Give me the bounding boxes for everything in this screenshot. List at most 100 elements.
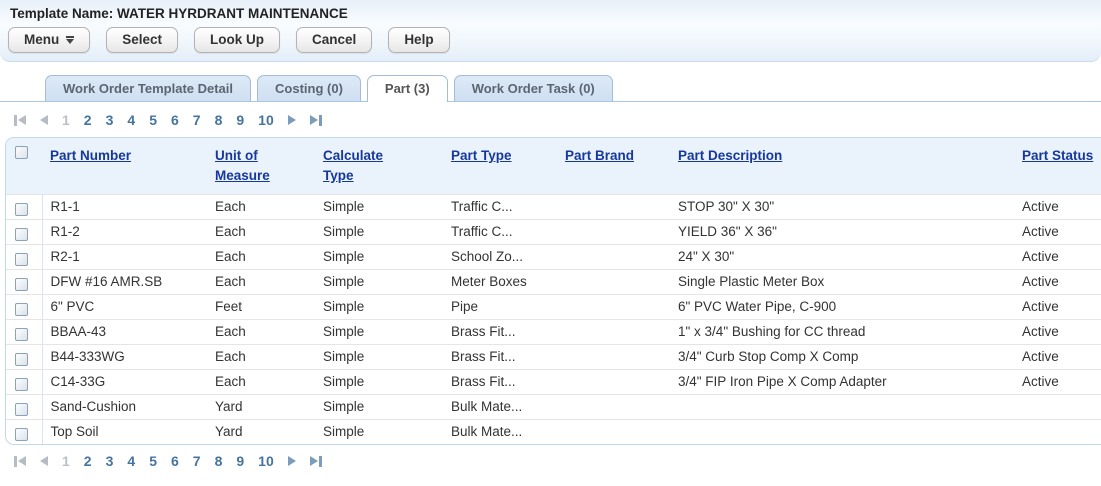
page-link-1: 1 xyxy=(62,112,70,128)
cell-calculate-type: Simple xyxy=(315,395,443,420)
select-button[interactable]: Select xyxy=(106,27,178,53)
cell-part-brand xyxy=(557,270,670,295)
cell-part-brand xyxy=(557,245,670,270)
cell-part-type: Traffic C... xyxy=(443,195,557,220)
tab-work-order-task[interactable]: Work Order Task (0) xyxy=(454,75,613,101)
cell-part-status: Active xyxy=(1014,220,1101,245)
tab-part[interactable]: Part (3) xyxy=(367,75,448,102)
row-checkbox[interactable] xyxy=(15,378,28,391)
last-page-icon[interactable] xyxy=(310,456,322,467)
toolbar: Menu Select Look Up Cancel Help xyxy=(0,24,1101,53)
page-link-5[interactable]: 5 xyxy=(149,112,157,128)
page-link-9[interactable]: 9 xyxy=(236,112,244,128)
column-header-part-type[interactable]: Part Type xyxy=(451,146,512,166)
cell-part-description xyxy=(670,395,1014,420)
row-checkbox[interactable] xyxy=(15,353,28,366)
next-page-icon[interactable] xyxy=(288,456,296,466)
help-button[interactable]: Help xyxy=(388,27,449,53)
cell-part-brand xyxy=(557,295,670,320)
page-link-3[interactable]: 3 xyxy=(106,112,114,128)
cell-part-type: Bulk Mate... xyxy=(443,395,557,420)
page-link-1: 1 xyxy=(62,453,70,469)
column-header-part-number[interactable]: Part Number xyxy=(50,146,131,166)
column-header-part-status[interactable]: Part Status xyxy=(1022,146,1093,166)
cell-part-status xyxy=(1014,420,1101,445)
cell-unit-of-measure: Yard xyxy=(207,420,315,445)
select-all-checkbox[interactable] xyxy=(15,146,28,159)
cell-part-number: R2-1 xyxy=(42,245,207,270)
last-page-icon[interactable] xyxy=(310,115,322,126)
cancel-button[interactable]: Cancel xyxy=(296,27,372,53)
page-link-8[interactable]: 8 xyxy=(215,112,223,128)
cell-unit-of-measure: Feet xyxy=(207,295,315,320)
cell-part-type: School Zo... xyxy=(443,245,557,270)
column-header-part-brand[interactable]: Part Brand xyxy=(565,146,634,166)
cell-part-brand xyxy=(557,195,670,220)
page-link-7[interactable]: 7 xyxy=(193,453,201,469)
cell-part-number: Top Soil xyxy=(42,420,207,445)
menu-button-label: Menu xyxy=(24,32,59,47)
cell-part-number: 6" PVC xyxy=(42,295,207,320)
cell-calculate-type: Simple xyxy=(315,320,443,345)
cell-part-status: Active xyxy=(1014,295,1101,320)
row-checkbox[interactable] xyxy=(15,403,28,416)
row-checkbox[interactable] xyxy=(15,228,28,241)
page-link-5[interactable]: 5 xyxy=(149,453,157,469)
cell-calculate-type: Simple xyxy=(315,420,443,445)
menu-button[interactable]: Menu xyxy=(8,27,90,53)
row-checkbox[interactable] xyxy=(15,278,28,291)
column-header-unit-of-measure[interactable]: Unit of Measure xyxy=(215,146,277,185)
cell-part-type: Traffic C... xyxy=(443,220,557,245)
table-row: R2-1EachSimpleSchool Zo...24" X 30"Activ… xyxy=(6,245,1101,270)
cell-calculate-type: Simple xyxy=(315,345,443,370)
page-link-3[interactable]: 3 xyxy=(106,453,114,469)
next-page-icon[interactable] xyxy=(288,115,296,125)
page-link-4[interactable]: 4 xyxy=(127,453,135,469)
table-row: R1-2EachSimpleTraffic C...YIELD 36" X 36… xyxy=(6,220,1101,245)
page-link-10[interactable]: 10 xyxy=(258,112,274,128)
row-checkbox[interactable] xyxy=(15,203,28,216)
page-link-9[interactable]: 9 xyxy=(236,453,244,469)
template-name-label: Template Name: xyxy=(10,6,113,21)
page-title: Template Name: WATER HYRDRANT MAINTENANC… xyxy=(0,0,1101,24)
cell-part-type: Brass Fit... xyxy=(443,320,557,345)
page-link-10[interactable]: 10 xyxy=(258,453,274,469)
cell-part-description: 3/4" FIP Iron Pipe X Comp Adapter xyxy=(670,370,1014,395)
cell-calculate-type: Simple xyxy=(315,270,443,295)
page-link-4[interactable]: 4 xyxy=(127,112,135,128)
cell-part-type: Meter Boxes xyxy=(443,270,557,295)
cell-part-description: Single Plastic Meter Box xyxy=(670,270,1014,295)
row-checkbox[interactable] xyxy=(15,303,28,316)
cell-part-brand xyxy=(557,220,670,245)
cell-part-description: 24" X 30" xyxy=(670,245,1014,270)
row-checkbox[interactable] xyxy=(15,428,28,441)
page-link-2[interactable]: 2 xyxy=(84,112,92,128)
cell-unit-of-measure: Each xyxy=(207,320,315,345)
cell-calculate-type: Simple xyxy=(315,295,443,320)
page-link-6[interactable]: 6 xyxy=(171,112,179,128)
row-checkbox[interactable] xyxy=(15,328,28,341)
page-link-8[interactable]: 8 xyxy=(215,453,223,469)
bottom-pagination: 123456789 10 xyxy=(0,445,1101,478)
cell-part-type: Pipe xyxy=(443,295,557,320)
tab-costing[interactable]: Costing (0) xyxy=(257,75,361,101)
cell-part-brand xyxy=(557,370,670,395)
cell-part-number: R1-2 xyxy=(42,220,207,245)
tab-work-order-template-detail[interactable]: Work Order Template Detail xyxy=(45,75,251,101)
table-row: BBAA-43EachSimpleBrass Fit...1" x 3/4" B… xyxy=(6,320,1101,345)
cell-unit-of-measure: Each xyxy=(207,195,315,220)
column-header-part-description[interactable]: Part Description xyxy=(678,146,782,166)
tab-bar: Work Order Template DetailCosting (0)Par… xyxy=(0,75,1101,102)
cell-part-description: 6" PVC Water Pipe, C-900 xyxy=(670,295,1014,320)
row-checkbox[interactable] xyxy=(15,253,28,266)
page-link-6[interactable]: 6 xyxy=(171,453,179,469)
cell-unit-of-measure: Each xyxy=(207,245,315,270)
cell-part-status: Active xyxy=(1014,195,1101,220)
column-header-calculate-type[interactable]: Calculate Type xyxy=(323,146,397,185)
table-row: Top SoilYardSimpleBulk Mate... xyxy=(6,420,1101,445)
previous-page-icon xyxy=(40,456,48,466)
page-link-2[interactable]: 2 xyxy=(84,453,92,469)
page-link-7[interactable]: 7 xyxy=(193,112,201,128)
menu-dropdown-icon xyxy=(66,36,74,44)
lookup-button[interactable]: Look Up xyxy=(194,27,280,53)
